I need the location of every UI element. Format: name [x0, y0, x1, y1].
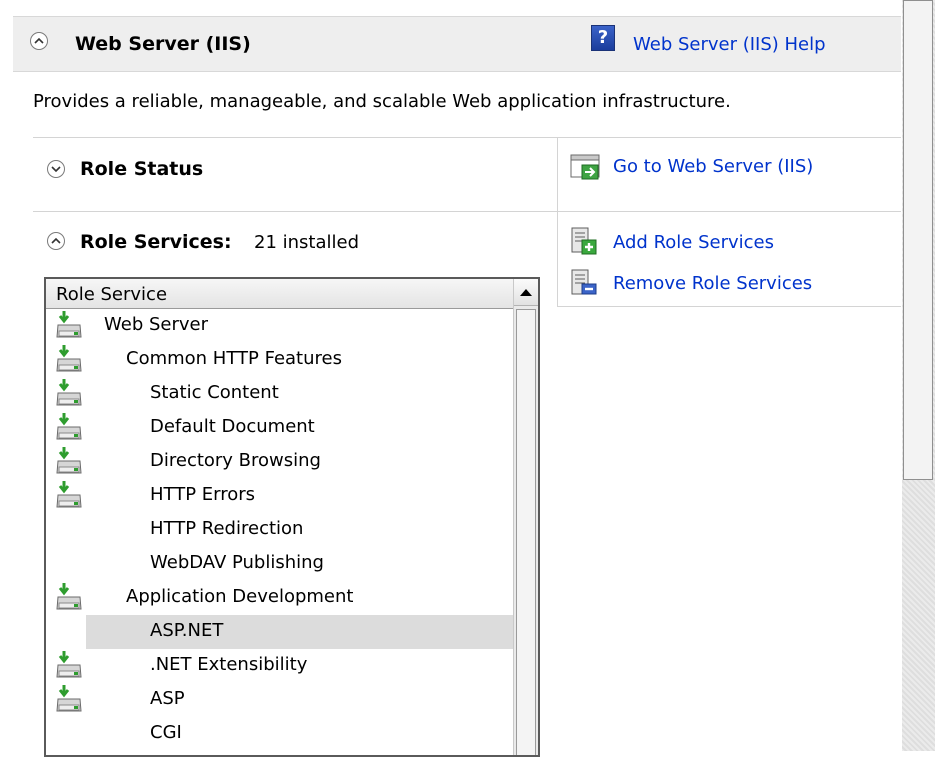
list-item-label: .NET Extensibility	[150, 654, 308, 675]
installed-icon	[54, 378, 84, 415]
list-item[interactable]: Default Document	[46, 411, 516, 445]
role-services-title: Role Services:	[80, 231, 232, 253]
installed-count: 21 installed	[254, 232, 360, 253]
installed-icon	[54, 310, 84, 347]
list-item[interactable]: HTTP Redirection	[46, 513, 516, 547]
list-item[interactable]: .NET Extensibility	[46, 649, 516, 683]
list-item[interactable]: Common HTTP Features	[46, 343, 516, 377]
installed-icon	[54, 684, 84, 721]
list-scroll-thumb[interactable]	[516, 309, 536, 755]
divider	[33, 137, 901, 138]
list-item-label: Web Server	[104, 314, 208, 335]
divider	[33, 211, 901, 212]
role-title: Web Server (IIS)	[75, 33, 251, 55]
list-item-label: HTTP Errors	[150, 484, 256, 505]
installed-icon	[54, 582, 84, 619]
installed-icon	[54, 412, 84, 449]
list-item[interactable]: Application Development	[46, 581, 516, 615]
list-scrollbar[interactable]	[513, 279, 538, 755]
divider	[557, 137, 558, 307]
help-icon[interactable]: ?	[591, 25, 615, 51]
installed-icon	[54, 650, 84, 687]
list-item[interactable]: Web Server	[46, 309, 516, 343]
installed-icon	[54, 446, 84, 483]
remove-role-services-link[interactable]: Remove Role Services	[613, 273, 812, 294]
list-item[interactable]: ASP.NET	[86, 615, 516, 649]
list-item-label: HTTP Redirection	[150, 518, 304, 539]
role-header: Web Server (IIS) ? Web Server (IIS) Help	[13, 16, 901, 72]
list-item[interactable]: CGI	[46, 717, 516, 751]
list-item[interactable]: ASP	[46, 683, 516, 717]
list-item-label: Default Document	[150, 416, 315, 437]
expand-down-icon[interactable]	[47, 160, 65, 178]
list-item[interactable]: WebDAV Publishing	[46, 547, 516, 581]
collapse-up-icon[interactable]	[30, 32, 48, 50]
installed-icon	[54, 480, 84, 517]
list-item-label: WebDAV Publishing	[150, 552, 324, 573]
go-to-role-icon	[570, 154, 600, 180]
column-header-role-service[interactable]: Role Service	[46, 279, 516, 309]
add-role-services-link[interactable]: Add Role Services	[613, 232, 774, 253]
list-item[interactable]: Static Content	[46, 377, 516, 411]
role-status-title: Role Status	[80, 158, 204, 180]
list-item-label: ASP.NET	[150, 620, 224, 641]
list-item-label: CGI	[150, 722, 182, 743]
list-item-label: Application Development	[126, 586, 354, 607]
role-services-list[interactable]: Role Service Web Server Common HTTP Featu…	[44, 277, 540, 757]
list-item[interactable]: HTTP Errors	[46, 479, 516, 513]
list-item-label: ASP	[150, 688, 185, 709]
list-item-label: Static Content	[150, 382, 279, 403]
remove-role-services-icon	[571, 269, 597, 295]
add-role-services-icon	[571, 227, 597, 255]
help-link[interactable]: Web Server (IIS) Help	[633, 34, 826, 55]
page-scrollbar[interactable]	[902, 0, 935, 751]
list-item-label: Common HTTP Features	[126, 348, 342, 369]
scroll-up-arrow-icon[interactable]	[514, 279, 538, 306]
role-description: Provides a reliable, manageable, and sca…	[33, 91, 731, 112]
divider	[557, 306, 901, 307]
list-item-label: Directory Browsing	[150, 450, 321, 471]
installed-icon	[54, 344, 84, 381]
list-item[interactable]: Directory Browsing	[46, 445, 516, 479]
collapse-up-icon[interactable]	[47, 232, 65, 250]
go-to-role-link[interactable]: Go to Web Server (IIS)	[613, 156, 813, 177]
page-scroll-thumb[interactable]	[903, 0, 933, 480]
